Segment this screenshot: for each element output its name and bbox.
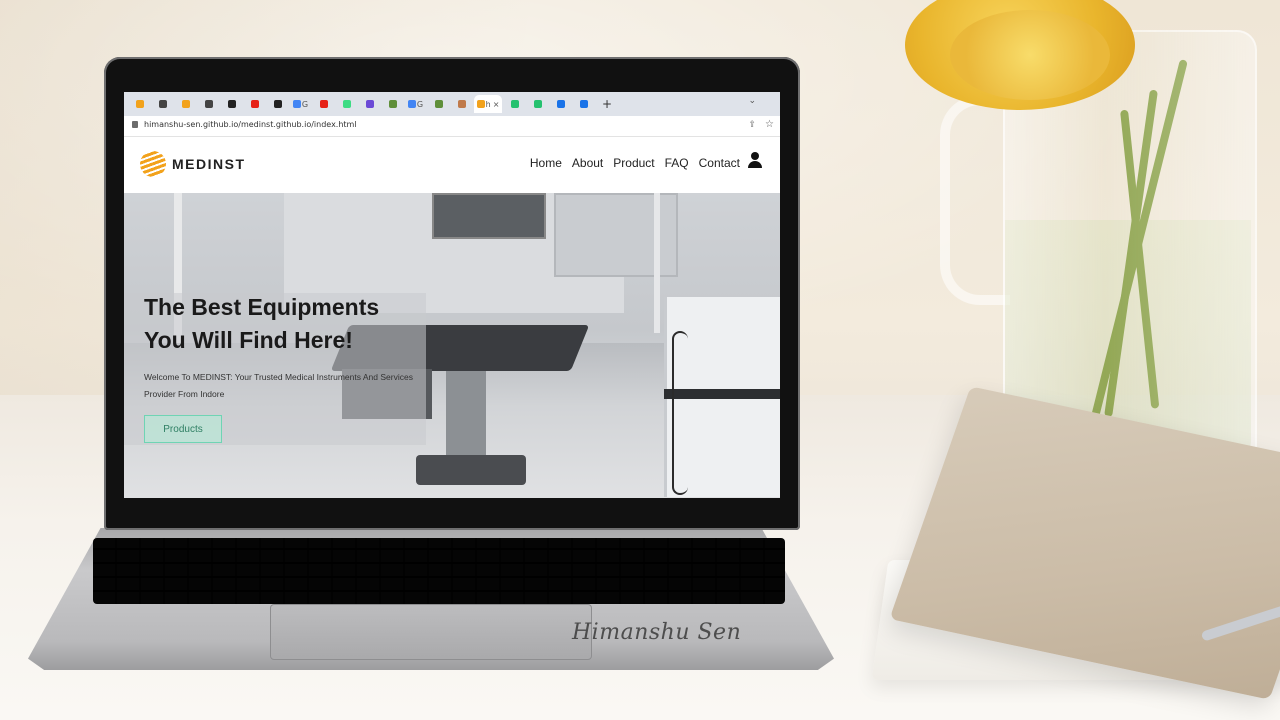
tab-icon <box>388 100 397 108</box>
browser-tab-label: G <box>301 99 309 109</box>
site-menu: Home About Product FAQ Contact <box>530 156 740 170</box>
c-icon <box>181 100 190 108</box>
browser-tab[interactable] <box>428 97 449 111</box>
browser-tab[interactable] <box>550 97 571 111</box>
c-icon <box>135 100 144 108</box>
tab-icon <box>434 100 443 108</box>
browser-tab[interactable]: G <box>405 97 426 111</box>
nav-home[interactable]: Home <box>530 156 562 170</box>
nav-faq[interactable]: FAQ <box>665 156 689 170</box>
address-url[interactable]: himanshu-sen.github.io/medinst.github.io… <box>144 120 357 129</box>
laptop-trackpad[interactable] <box>270 604 592 660</box>
site-navbar: MEDINST Home About Product FAQ Contact <box>124 137 780 193</box>
vase-handle <box>940 95 1010 305</box>
browser-tab[interactable] <box>359 97 380 111</box>
brand-name[interactable]: MEDINST <box>172 156 246 172</box>
browser-tab[interactable] <box>152 97 173 111</box>
user-account-icon[interactable] <box>748 152 762 168</box>
android-icon <box>342 100 351 108</box>
nav-contact[interactable]: Contact <box>699 156 740 170</box>
youtube-icon <box>250 100 259 108</box>
nav-about[interactable]: About <box>572 156 603 170</box>
user-icon-head <box>751 152 759 160</box>
browser-tab[interactable] <box>336 97 357 111</box>
chrome-icon <box>556 100 565 108</box>
browser-tab[interactable] <box>175 97 196 111</box>
tab-icon <box>510 100 519 108</box>
tab-icon <box>533 100 542 108</box>
browser-tab[interactable] <box>527 97 548 111</box>
browser-tab[interactable] <box>451 97 472 111</box>
user-icon-body <box>748 161 762 168</box>
github-icon <box>227 100 236 108</box>
google-icon <box>292 100 301 108</box>
medinst-logo-icon[interactable] <box>140 151 166 177</box>
new-tab-button[interactable]: + <box>599 96 615 112</box>
browser-address-bar[interactable]: himanshu-sen.github.io/medinst.github.io… <box>124 116 780 137</box>
browser-tab[interactable] <box>221 97 242 111</box>
medinst-icon <box>476 100 485 108</box>
operating-table-base <box>416 455 526 485</box>
browser-tab[interactable] <box>573 97 594 111</box>
hero-subtitle: Welcome To MEDINST: Your Trusted Medical… <box>144 372 413 399</box>
laptop-screen: G Gh × + ⌄ himanshu-sen.github.io/medinst.g… <box>124 92 780 498</box>
browser-tab[interactable] <box>313 97 334 111</box>
hero-bg-pole <box>654 193 660 333</box>
browser-tab[interactable] <box>267 97 288 111</box>
watermark-signature: Himanshu Sen <box>572 620 742 645</box>
browser-tab[interactable] <box>504 97 525 111</box>
github-icon <box>273 100 282 108</box>
hero-bg-window <box>432 193 546 239</box>
nav-product[interactable]: Product <box>613 156 654 170</box>
pen-icon <box>204 100 213 108</box>
yellow-flower-center <box>950 10 1110 100</box>
browser-tab-bar: G Gh × + <box>124 92 780 116</box>
browser-tab[interactable] <box>129 97 150 111</box>
bookmark-star-icon[interactable]: ☆ <box>765 119 774 130</box>
lock-icon <box>132 121 138 128</box>
products-button[interactable]: Products <box>144 415 222 443</box>
browser-tab[interactable] <box>382 97 403 111</box>
hero-section: The Best Equipments You Will Find Here! … <box>124 193 780 498</box>
machine-cable <box>672 331 688 495</box>
chrome-icon <box>579 100 588 108</box>
google-icon <box>407 100 416 108</box>
browser-tab[interactable]: G <box>290 97 311 111</box>
pen-icon <box>158 100 167 108</box>
browser-tab-label: G <box>416 99 424 109</box>
square-icon <box>365 100 374 108</box>
close-tab-icon[interactable]: × <box>493 100 500 109</box>
share-icon[interactable]: ⇪ <box>748 120 756 130</box>
avatar-icon <box>457 100 466 108</box>
browser-tab[interactable]: h × <box>474 95 502 113</box>
hero-title: The Best Equipments You Will Find Here! <box>144 294 380 353</box>
browser-tab[interactable] <box>244 97 265 111</box>
browser-tab[interactable] <box>198 97 219 111</box>
browser-tab-label: h <box>485 99 491 109</box>
tab-search-chevron-icon[interactable]: ⌄ <box>748 96 756 106</box>
youtube-icon <box>319 100 328 108</box>
laptop-keyboard <box>93 538 785 604</box>
